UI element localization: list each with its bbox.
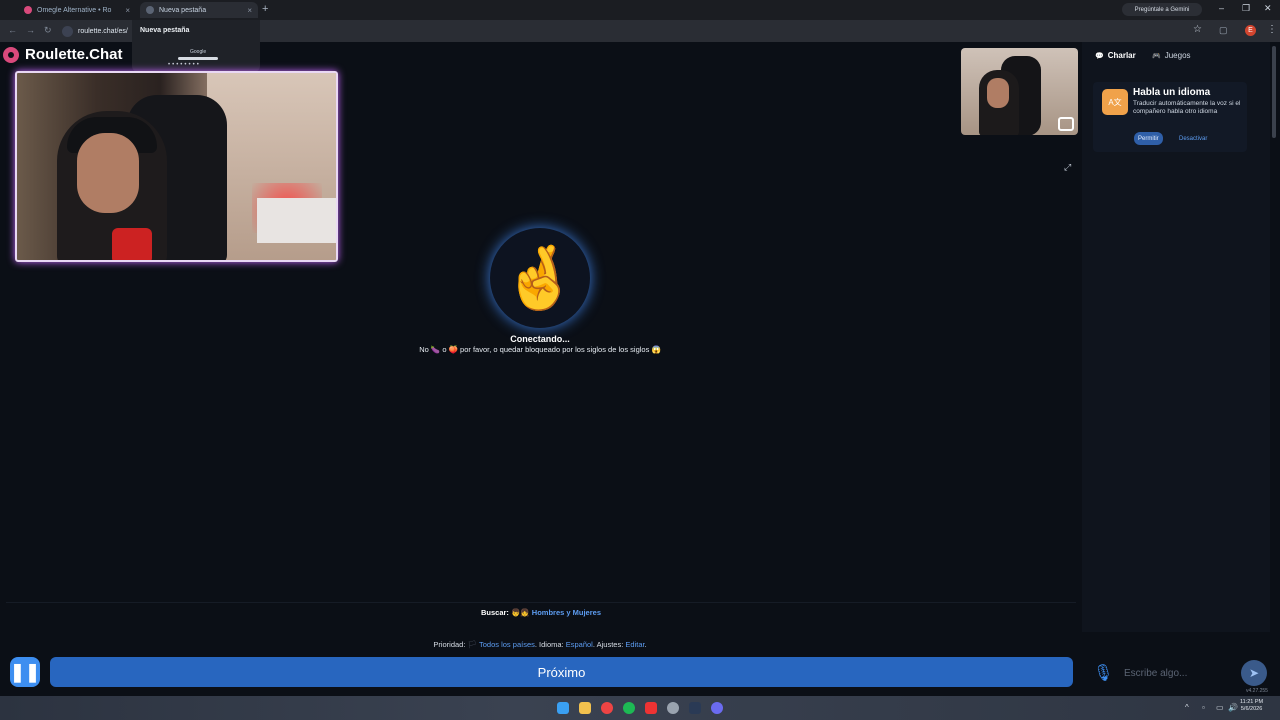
remote-video-preview[interactable] (961, 48, 1078, 135)
pause-button[interactable]: ❚❚ (10, 657, 40, 687)
steam-icon[interactable] (689, 702, 701, 714)
tray-chevron-icon[interactable]: ^ (1185, 703, 1189, 712)
gender-filter-link[interactable]: Hombres y Mujeres (532, 608, 601, 617)
peach-icon: 🍑 (448, 345, 458, 354)
site-brand[interactable]: Roulette.Chat (3, 46, 123, 63)
tab-title: Omegle Alternative • Ro (37, 6, 112, 14)
language-link[interactable]: Español (566, 640, 593, 649)
back-icon[interactable]: ← (8, 25, 17, 35)
translate-card-title: Habla un idioma (1133, 87, 1211, 98)
deny-button[interactable]: Desactivar (1179, 132, 1207, 145)
scrollbar[interactable] (1272, 46, 1276, 138)
camera-switch-icon[interactable] (1058, 117, 1074, 131)
connecting-emoji: 🤞 (490, 228, 590, 328)
google-logo: Google (190, 49, 207, 55)
monitor-icon[interactable]: ▭ (1216, 703, 1224, 712)
tab-label: Juegos (1164, 51, 1191, 60)
window-close-icon[interactable]: ✕ (1264, 3, 1272, 14)
priority-label: Prioridad: (433, 640, 466, 649)
video-mic (112, 228, 152, 260)
eggplant-icon: 🍆 (430, 345, 441, 354)
site-info-icon[interactable] (62, 25, 73, 37)
video-desk (257, 198, 336, 243)
connecting-status: Conectando... (510, 334, 570, 344)
gender-emoji-icon: 👦👧 (511, 608, 530, 617)
microphone-icon[interactable]: 🎙 (1093, 663, 1113, 683)
roulette-logo-icon (3, 46, 19, 63)
tab-juegos[interactable]: 🎮 Juegos (1152, 51, 1191, 60)
tray-app-icon[interactable]: ▫ (1202, 703, 1205, 712)
gamepad-icon: 🎮 (1152, 52, 1161, 60)
url-field[interactable]: roulette.chat/es/ (62, 23, 132, 39)
preview-face (987, 78, 1009, 108)
system-clock[interactable]: 11:21 PM 5/6/2026 (1240, 699, 1263, 713)
discord-icon[interactable] (711, 702, 723, 714)
allow-button[interactable]: Permitir (1134, 132, 1163, 145)
tab-nueva-pestana[interactable]: Nueva pestaña × (140, 2, 258, 18)
calendar-app-icon[interactable] (645, 702, 657, 714)
version-label: v4.27.255 (1246, 688, 1268, 694)
gemini-button[interactable]: Pregúntale a Gemini (1122, 3, 1202, 16)
os-taskbar: ^ ▫ ▭ 🔊 11:21 PM 5/6/2026 (0, 696, 1280, 720)
next-label: Próximo (537, 664, 586, 680)
app-icon[interactable] (667, 702, 679, 714)
spotify-icon[interactable] (623, 702, 635, 714)
browser-tab-bar: Omegle Alternative • Ro × Nueva pestaña … (0, 0, 1280, 20)
language-label: Idioma: (539, 640, 564, 649)
hover-card-title: Nueva pestaña (140, 27, 190, 34)
bookmark-star-icon[interactable]: ☆ (1193, 24, 1202, 35)
brand-name: Roulette.Chat (25, 46, 123, 63)
menu-icon[interactable]: ⋮ (1267, 24, 1277, 35)
world-flag-icon: 🏳 (467, 640, 478, 649)
profile-avatar[interactable]: E (1245, 25, 1256, 36)
close-icon[interactable]: × (125, 6, 130, 15)
tab-title: Nueva pestaña (159, 6, 207, 14)
windows-start-icon[interactable] (557, 702, 569, 714)
video-face (77, 133, 139, 213)
chrome-icon[interactable] (601, 702, 613, 714)
warning-mid: o (442, 345, 447, 354)
globe-icon (146, 6, 154, 14)
file-explorer-icon[interactable] (579, 702, 591, 714)
close-icon[interactable]: × (247, 6, 252, 15)
countries-link[interactable]: Todos los países (479, 640, 535, 649)
volume-icon[interactable]: 🔊 (1228, 703, 1238, 712)
settings-edit-link[interactable]: Editar (625, 640, 644, 649)
tab-hover-card: Nueva pestaña Google •••••••• (132, 20, 260, 72)
new-tab-button[interactable]: + (262, 3, 268, 15)
expand-icon[interactable]: ⤢ (1064, 162, 1071, 173)
chat-input[interactable] (1124, 660, 1234, 686)
clock-date: 5/6/2026 (1240, 706, 1263, 713)
search-label: Buscar: (480, 608, 509, 617)
tab-omegle-alternative[interactable]: Omegle Alternative • Ro × (18, 2, 136, 18)
translate-card-description: Traducir automáticamente la voz si el co… (1133, 100, 1241, 116)
right-panel: 💬 Charlar 🎮 Juegos A文 Habla un idioma Tr… (1082, 42, 1270, 632)
url-text: roulette.chat/es/ (78, 27, 128, 35)
translate-card: A文 Habla un idioma Traducir automáticame… (1093, 82, 1247, 152)
tab-label: Charlar (1107, 51, 1136, 60)
gemini-label: Pregúntale a Gemini (1134, 6, 1190, 13)
next-button[interactable]: Próximo (50, 657, 1073, 687)
chat-bubble-icon: 💬 (1095, 52, 1104, 60)
settings-label: Ajustes: (596, 640, 624, 649)
roulette-favicon-icon (24, 6, 32, 14)
priority-line: Prioridad: 🏳 Todos los países. Idioma: E… (433, 640, 647, 649)
shortcut-dots: •••••••• (168, 62, 201, 68)
forward-icon[interactable]: → (26, 25, 35, 35)
warning-message: No 🍆 o 🍑 por favor, o quedar bloqueado p… (350, 345, 730, 354)
clock-time: 11:21 PM (1240, 699, 1264, 705)
minimize-icon[interactable]: – (1219, 3, 1224, 13)
send-button[interactable]: ➤ (1241, 660, 1267, 686)
mini-search-bar (178, 57, 218, 60)
self-video (15, 71, 338, 262)
warning-text: por favor, o quedar bloqueado por los si… (460, 345, 650, 354)
reload-icon[interactable]: ↻ (44, 25, 52, 36)
warning-prefix: No (419, 345, 429, 354)
restore-icon[interactable]: ❐ (1242, 3, 1250, 14)
scream-icon: 😱 (651, 345, 661, 354)
extensions-icon[interactable]: ▢ (1219, 25, 1228, 36)
search-filter-line: Buscar: 👦👧 Hombres y Mujeres (6, 602, 1076, 622)
translate-icon: A文 (1102, 89, 1128, 115)
tab-charlar[interactable]: 💬 Charlar (1095, 51, 1136, 60)
